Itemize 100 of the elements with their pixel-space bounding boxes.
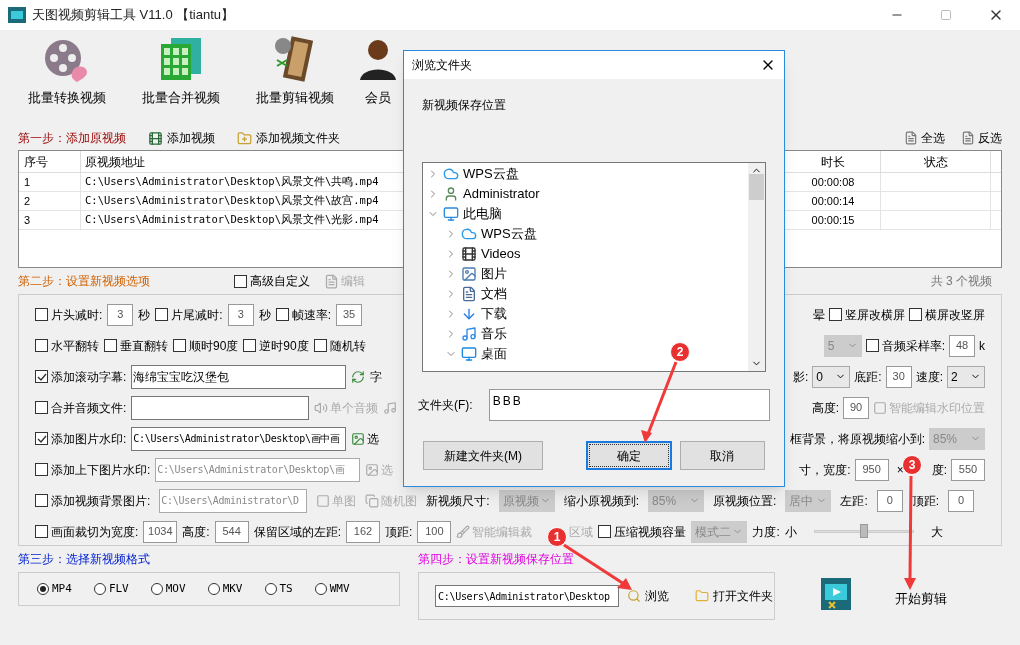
check-icon [36, 371, 47, 382]
add-button[interactable]: 添加视频 [148, 129, 215, 147]
format-radio[interactable]: MKV [207, 580, 243, 598]
option-label: 大 [930, 523, 943, 541]
option-label: 速度: [915, 368, 943, 386]
square-icon [316, 493, 331, 508]
option-label: 高度: [811, 399, 839, 417]
start-button[interactable]: 开始剪辑 [895, 589, 947, 609]
open-folder-button[interactable]: 打开文件夹 [695, 587, 773, 605]
music-note-icon [461, 326, 477, 342]
tree-item[interactable]: WPS云盘 [463, 164, 519, 184]
option-label: 框背景，将原视频缩小到: [789, 430, 925, 448]
number-field[interactable]: 0 [948, 489, 975, 512]
checkbox[interactable]: 垂直翻转 [104, 336, 168, 355]
option-label: 底距: [854, 368, 882, 386]
checkbox[interactable]: 随机转 [313, 336, 366, 355]
scrollbar[interactable] [748, 163, 765, 371]
option-label: 区域 [569, 523, 594, 541]
dropdown[interactable]: 0 [812, 365, 851, 388]
checkbox[interactable]: 音频采样率: [865, 336, 945, 355]
select-all-button[interactable]: 全选 [904, 129, 945, 147]
table-cell-text: C:\Users\Administrator\Desktop\风景文件\共鸣.mp4 [84, 174, 380, 190]
option-label: 力度: [752, 523, 780, 541]
number-field[interactable]: 90 [843, 396, 869, 419]
video-count: 共 3 个视频 [930, 273, 993, 290]
slider-track[interactable] [813, 523, 914, 540]
tree-item[interactable]: 图片 [481, 264, 507, 284]
tree-item[interactable]: 桌面 [481, 344, 507, 364]
checkbox[interactable]: 高级自定义 [234, 272, 310, 290]
checkbox[interactable]: 片头减时: [35, 305, 103, 324]
format-radio[interactable]: MOV [150, 580, 186, 598]
browse-button[interactable]: 浏览 [627, 587, 669, 605]
save-path-field[interactable]: C:\Users\Administrator\Desktop [435, 585, 619, 607]
number-field[interactable]: 100 [417, 520, 452, 543]
window-title: 天图视频剪辑工具 V11.0 【tiantu】 [32, 6, 235, 25]
format-radio[interactable]: WMV [314, 580, 350, 598]
step-title: 第二步：设置新视频选项 [18, 273, 151, 290]
annotation-arrow [563, 543, 632, 590]
image-icon [351, 431, 366, 446]
dropdown[interactable]: 2 [947, 365, 985, 388]
number-field[interactable]: 550 [951, 458, 985, 481]
checkbox[interactable]: 水平翻转 [35, 336, 99, 355]
scroll-thumb[interactable] [749, 174, 764, 200]
checkbox[interactable]: 帧速率: [275, 305, 332, 324]
toolbar-button[interactable]: 批量转换视频 [10, 36, 124, 118]
text-field[interactable] [131, 395, 310, 420]
text-field[interactable]: 海绵宝宝吃汉堡包 [131, 364, 347, 389]
tree-item[interactable]: Administrator [463, 184, 540, 204]
number-field[interactable]: 30 [885, 365, 912, 388]
tree-item[interactable]: WPS云盘 [481, 224, 537, 244]
slider-thumb[interactable] [859, 523, 868, 538]
checkbox[interactable]: 添加视频背景图片: [35, 491, 151, 510]
number-field[interactable]: 950 [854, 458, 889, 481]
tree-item[interactable]: Videos [481, 244, 521, 264]
folder-name-field[interactable]: BBB [488, 389, 770, 421]
add-button[interactable]: 添加视频文件夹 [237, 129, 340, 147]
checkbox[interactable]: 添加上下图片水印: [35, 460, 151, 479]
table-cell: 2 [19, 192, 81, 210]
dialog-button[interactable]: 确定 [586, 441, 672, 470]
number-field[interactable]: 1034 [143, 520, 178, 543]
tree-item[interactable]: 此电脑 [463, 204, 502, 224]
number-field[interactable]: 3 [107, 303, 134, 326]
invert-button[interactable]: 反选 [961, 129, 1002, 147]
tool-button[interactable]: 选 [351, 429, 380, 448]
text-field[interactable]: C:\Users\Administrator\Desktop\画中画 [131, 426, 347, 451]
toolbar-button[interactable]: 会员 [352, 36, 403, 118]
table-cell-text: C:\Users\Administrator\Desktop\风景文件\光影.mp4 [84, 212, 380, 228]
user-icon [443, 186, 459, 202]
checkbox[interactable]: 逆时90度 [243, 336, 309, 355]
checkbox[interactable]: 画面裁切为宽度: [35, 522, 139, 541]
format-radio[interactable]: FLV [93, 580, 129, 598]
checkbox[interactable]: 竖屏改横屏 [829, 305, 905, 324]
tree-item[interactable]: 文档 [481, 284, 507, 304]
checkbox[interactable]: 顺时90度 [173, 336, 239, 355]
tree-item[interactable]: 下载 [481, 304, 507, 324]
number-field[interactable]: 162 [346, 520, 381, 543]
number-field[interactable]: 3 [227, 303, 254, 326]
checkbox[interactable]: 添加图片水印: [35, 429, 127, 448]
checkbox[interactable]: 片尾减时: [155, 305, 223, 324]
number-field[interactable]: 35 [336, 303, 363, 326]
folder-icon [695, 589, 709, 603]
toolbar-button[interactable]: 批量剪辑视频 [238, 36, 352, 118]
film-icon [148, 130, 163, 146]
dialog-button[interactable]: 新建文件夹(M) [423, 441, 544, 470]
option-label: 保留区域的左距: [253, 523, 342, 541]
format-radio[interactable]: MP4 [37, 580, 72, 598]
toolbar-button[interactable]: 批量合并视频 [124, 36, 238, 118]
checkbox[interactable]: 合并音频文件: [35, 398, 127, 417]
checkbox[interactable]: 压缩视频容量 [598, 522, 687, 541]
tool-button[interactable] [351, 369, 366, 384]
maximize-icon[interactable] [940, 9, 952, 21]
app-icon [8, 7, 26, 23]
number-field[interactable]: 544 [214, 520, 249, 543]
tree-item[interactable]: 音乐 [481, 324, 507, 344]
format-radio[interactable]: TS [264, 580, 293, 598]
number-field[interactable]: 48 [949, 334, 975, 357]
number-field[interactable]: 0 [876, 489, 903, 512]
checkbox[interactable]: 横屏改竖屏 [909, 305, 985, 324]
dialog-button[interactable]: 取消 [679, 441, 765, 470]
checkbox[interactable]: 添加滚动字幕: [35, 367, 127, 386]
